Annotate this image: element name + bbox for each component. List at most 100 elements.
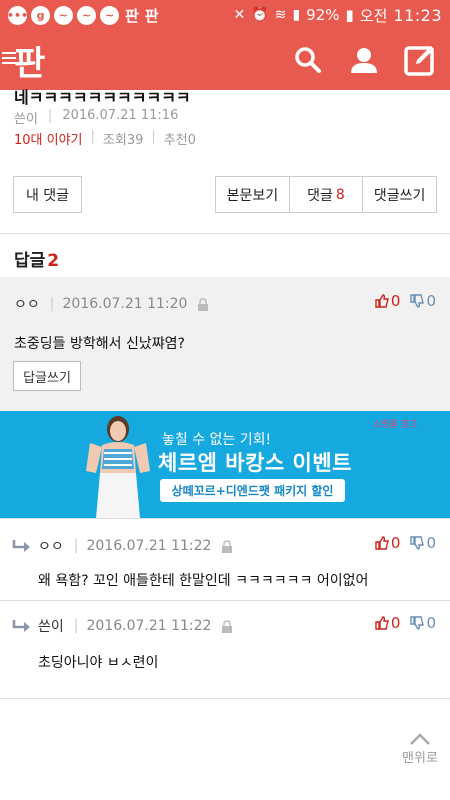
comments-count: 8 xyxy=(335,186,345,203)
app-bar: 판 xyxy=(0,30,450,90)
upvote-count: 0 xyxy=(390,292,401,310)
logo[interactable]: 판 xyxy=(14,36,45,85)
post-author: 쓴이 xyxy=(14,112,38,127)
post-title: 네ㅋㅋㅋㅋㅋㅋㅋㅋㅋㅋㅋ xyxy=(14,88,191,107)
divider-pipe: | xyxy=(73,538,79,554)
divider-pipe: | xyxy=(47,108,53,123)
comment-date: 2016.07.21 11:22 xyxy=(86,538,212,554)
downvote-count: 0 xyxy=(426,614,436,632)
comment-votes: 0 0 xyxy=(375,292,436,310)
report-icon[interactable] xyxy=(197,297,209,311)
comment-body: 초중딩들 방학해서 신났쨔염? xyxy=(14,336,185,352)
upvote-count: 0 xyxy=(390,534,401,552)
wifi-icon: ≋ xyxy=(274,7,287,23)
post-stats: 10대 이야기 | 조회39 | 추천0 xyxy=(14,129,196,148)
signal-icon: ▮ xyxy=(292,7,301,23)
comments-button[interactable]: 댓글 8 xyxy=(290,177,364,212)
report-icon[interactable] xyxy=(221,539,233,553)
comment-header: 쓴이 | 2016.07.21 11:22 xyxy=(12,616,233,636)
ad-cta: 상떼꼬르+디엔드팻 패키지 할인 xyxy=(160,479,345,502)
divider xyxy=(0,600,450,601)
divider xyxy=(0,518,450,519)
comment-author: ㅇㅇ xyxy=(38,539,64,555)
edit-icon xyxy=(404,46,434,76)
divider xyxy=(0,698,450,699)
post-recommends: 추천0 xyxy=(163,133,196,148)
post-meta: 쓴이 | 2016.07.21 11:16 xyxy=(14,108,178,127)
comment-votes: 0 0 xyxy=(375,534,436,552)
reply-button[interactable]: 답글쓰기 xyxy=(13,361,81,391)
g-icon: g xyxy=(31,5,50,25)
messenger-icon: ~ xyxy=(54,5,73,25)
messenger-icon: ~ xyxy=(77,5,96,25)
search-icon xyxy=(295,47,321,73)
write-button[interactable] xyxy=(402,42,438,78)
post-category[interactable]: 10대 이야기 xyxy=(14,129,83,148)
downvote-button[interactable]: 0 xyxy=(410,614,436,632)
thumbs-up-icon xyxy=(375,616,389,630)
scroll-top-label: 맨위로 xyxy=(402,751,438,766)
user-icon xyxy=(351,48,377,73)
divider-pipe: | xyxy=(73,618,79,634)
status-bar: ••• g ~ ~ ~ 판 판 ✕ ⏰ ≋ ▮ 92% ▮ 오전 11:23 xyxy=(0,0,450,30)
thumbs-up-icon xyxy=(375,536,389,550)
ad-banner[interactable]: 쇼핑몰 광고 놓칠 수 없는 기회! 체르엠 바캉스 이벤트 상떼꼬르+디엔드팻… xyxy=(0,411,450,518)
ad-headline: 놓칠 수 없는 기회! xyxy=(162,432,272,448)
chevron-up-icon xyxy=(410,733,430,745)
downvote-count: 0 xyxy=(426,534,436,552)
comment-author: 쓴이 xyxy=(38,619,64,635)
divider-pipe: | xyxy=(49,296,55,312)
post-views: 조회39 xyxy=(102,133,144,148)
comment-votes: 0 0 xyxy=(375,614,436,632)
view-body-button[interactable]: 본문보기 xyxy=(216,177,290,212)
messenger-icon: ~ xyxy=(100,5,119,25)
upvote-button[interactable]: 0 xyxy=(375,292,401,310)
app-badge: 판 xyxy=(125,6,139,25)
replies-header: 답글 2 xyxy=(14,246,59,271)
comment-header: ㅇㅇ | 2016.07.21 11:20 xyxy=(14,294,209,314)
comments-label: 댓글 xyxy=(307,187,333,204)
reply-arrow-icon xyxy=(12,540,30,552)
mute-icon: ✕ xyxy=(233,7,246,23)
ad-model-image xyxy=(86,416,150,518)
reply-arrow-icon xyxy=(12,620,30,632)
profile-button[interactable] xyxy=(346,42,382,78)
status-icons-right: ✕ ⏰ ≋ ▮ 92% ▮ 오전 11:23 xyxy=(234,5,442,26)
upvote-count: 0 xyxy=(390,614,401,632)
comment-item: ㅇㅇ | 2016.07.21 11:20 0 0 초중딩들 방학해서 신났쨔염… xyxy=(0,277,450,412)
divider-pipe: | xyxy=(90,129,95,144)
comment-action-group: 본문보기 댓글 8 댓글쓰기 xyxy=(215,176,437,213)
replies-label: 답글 xyxy=(14,251,46,271)
alarm-icon: ⏰ xyxy=(251,7,269,23)
search-button[interactable] xyxy=(290,42,326,78)
thumbs-down-icon xyxy=(410,616,425,630)
thumbs-down-icon xyxy=(410,536,425,550)
divider-pipe: | xyxy=(151,129,156,144)
upvote-button[interactable]: 0 xyxy=(375,534,401,552)
ampm: 오전 xyxy=(359,6,388,25)
battery-level: 92% xyxy=(306,6,340,24)
comment-author: ㅇㅇ xyxy=(14,297,40,313)
comment-body: 초딩아니야 ㅂㅅ련이 xyxy=(38,655,159,671)
notification-dots-icon: ••• xyxy=(7,5,28,25)
write-comment-button[interactable]: 댓글쓰기 xyxy=(363,177,436,212)
comment-date: 2016.07.21 11:22 xyxy=(86,618,212,634)
scroll-top-button[interactable]: 맨위로 xyxy=(396,733,444,766)
replies-count: 2 xyxy=(47,251,60,271)
ad-tag: 쇼핑몰 광고 xyxy=(373,420,418,430)
downvote-button[interactable]: 0 xyxy=(410,534,436,552)
thumbs-up-icon xyxy=(375,294,389,308)
comment-header: ㅇㅇ | 2016.07.21 11:22 xyxy=(12,536,233,556)
my-comment-button[interactable]: 내 댓글 xyxy=(13,176,82,213)
comment-body: 왜 욕함? 꼬인 애들한테 한말인데 ㅋㅋㅋㅋㅋㅋ 어이없어 xyxy=(38,573,369,589)
upvote-button[interactable]: 0 xyxy=(375,614,401,632)
status-icons-left: ••• g ~ ~ ~ 판 판 xyxy=(7,5,159,26)
clock: 11:23 xyxy=(393,5,442,25)
thumbs-down-icon xyxy=(410,294,425,308)
comment-date: 2016.07.21 11:20 xyxy=(62,296,188,312)
divider xyxy=(0,233,450,234)
downvote-button[interactable]: 0 xyxy=(410,292,436,310)
app-badge: 판 xyxy=(144,6,159,25)
report-icon[interactable] xyxy=(221,619,233,633)
ad-title: 체르엠 바캉스 이벤트 xyxy=(158,451,353,475)
